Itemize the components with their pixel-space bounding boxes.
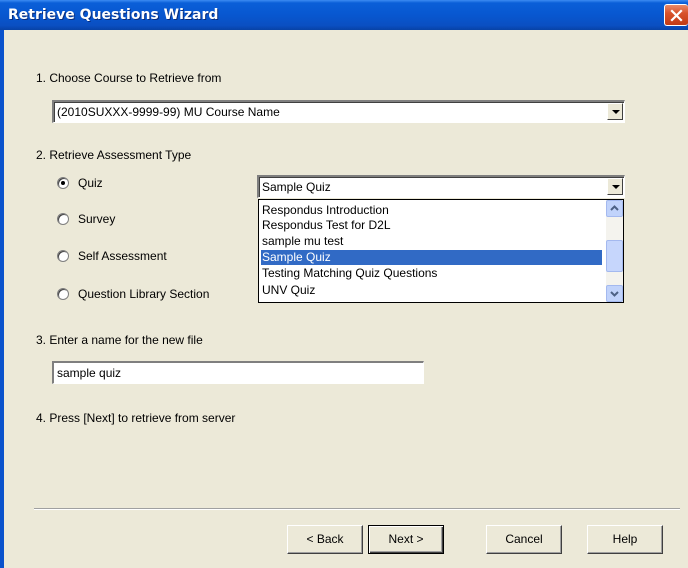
title-bar[interactable]: Retrieve Questions Wizard [0,0,688,30]
step1-label: 1. Choose Course to Retrieve from [36,71,222,85]
dropdown-scrollbar[interactable] [606,200,623,302]
list-item[interactable]: sample mu test [261,234,602,249]
file-name-input[interactable]: sample quiz [52,361,424,384]
scroll-up-button[interactable] [606,200,623,217]
course-combobox-value: (2010SUXXX-9999-99) MU Course Name [57,105,280,119]
list-item[interactable]: Respondus Introduction [261,203,602,218]
cancel-button[interactable]: Cancel [486,525,562,554]
radio-self-assessment-label: Self Assessment [78,249,167,263]
step2-label: 2. Retrieve Assessment Type [36,148,192,162]
radio-question-library-section[interactable] [57,288,69,300]
list-item[interactable]: UNV Quiz [261,283,602,298]
assessment-combobox[interactable]: Sample Quiz [257,175,625,198]
next-button[interactable]: Next > [368,525,444,554]
list-item[interactable]: Testing Matching Quiz Questions [261,266,602,281]
radio-survey-label: Survey [78,212,116,226]
chevron-down-icon[interactable] [607,103,623,120]
radio-quiz-label: Quiz [78,176,103,190]
chevron-down-icon[interactable] [607,178,623,195]
chevron-down-icon [610,291,619,297]
assessment-combobox-value: Sample Quiz [262,180,331,194]
scroll-down-button[interactable] [606,285,623,302]
close-icon [670,9,683,22]
scrollbar-thumb[interactable] [606,240,623,272]
list-item-selected[interactable]: Sample Quiz [261,250,602,265]
chevron-up-icon [610,205,619,211]
step4-label: 4. Press [Next] to retrieve from server [36,411,236,425]
close-button[interactable] [664,4,688,26]
file-name-value: sample quiz [57,366,122,380]
course-combobox[interactable]: (2010SUXXX-9999-99) MU Course Name [52,100,625,123]
radio-self-assessment[interactable] [57,250,69,262]
window-title: Retrieve Questions Wizard [8,7,219,23]
list-item[interactable]: Respondus Test for D2L [261,218,602,233]
radio-quiz[interactable] [57,177,69,189]
back-button[interactable]: < Back [287,525,363,554]
help-button[interactable]: Help [587,525,663,554]
assessment-dropdown-list[interactable]: Respondus Introduction Respondus Test fo… [258,199,624,303]
step3-label: 3. Enter a name for the new file [36,333,203,347]
divider [34,508,680,510]
radio-survey[interactable] [57,213,69,225]
radio-question-library-section-label: Question Library Section [78,287,210,301]
